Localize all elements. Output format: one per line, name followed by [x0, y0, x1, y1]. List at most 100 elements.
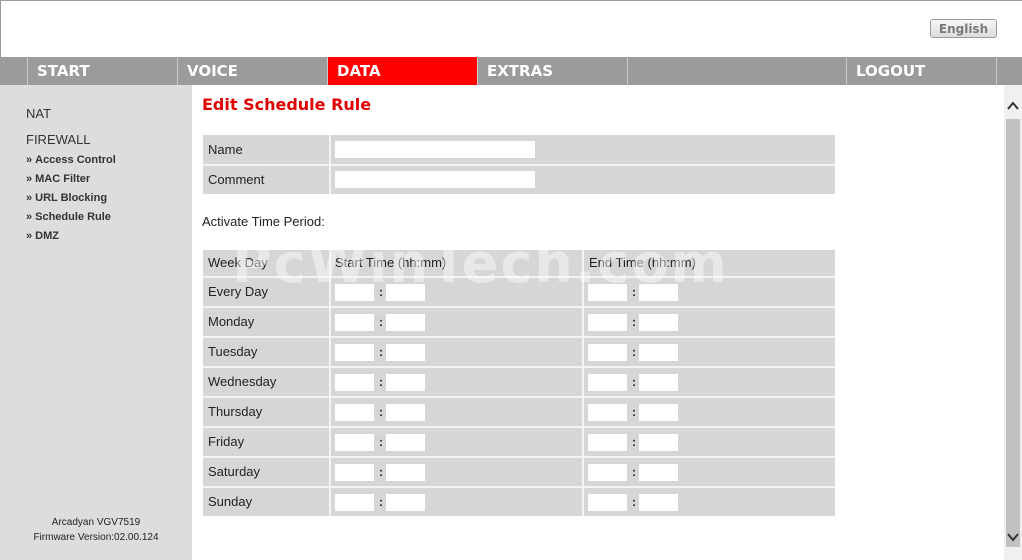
end-time-header: End Time (hh:mm)	[589, 255, 696, 270]
time-separator: :	[379, 495, 383, 509]
start-hour-input[interactable]	[335, 494, 374, 511]
activate-time-period-label: Activate Time Period:	[202, 214, 325, 229]
start-minute-input[interactable]	[386, 284, 425, 301]
sidebar-item-label: Access Control	[35, 154, 116, 166]
nav-data[interactable]: DATA	[327, 57, 477, 85]
double-arrow-icon: »	[26, 154, 33, 166]
column-divider	[582, 368, 584, 396]
sidebar-item-mac-filter[interactable]: » MAC Filter	[26, 173, 90, 185]
column-divider	[582, 338, 584, 366]
chevron-down-icon[interactable]	[1007, 531, 1019, 543]
main-nav: START VOICE DATA EXTRAS LOGOUT	[0, 57, 1022, 85]
end-minute-input[interactable]	[639, 284, 678, 301]
end-hour-input[interactable]	[588, 464, 627, 481]
end-hour-input[interactable]	[588, 284, 627, 301]
end-hour-input[interactable]	[588, 404, 627, 421]
schedule-row: Every Day::	[203, 278, 835, 306]
end-hour-input[interactable]	[588, 344, 627, 361]
comment-row: Comment	[203, 166, 835, 194]
schedule-row: Wednesday::	[203, 368, 835, 396]
column-divider	[329, 458, 331, 486]
weekday-label: Wednesday	[208, 374, 277, 389]
column-divider	[329, 278, 331, 306]
start-minute-input[interactable]	[386, 374, 425, 391]
sidebar-item-access-control[interactable]: » Access Control	[26, 154, 116, 166]
column-divider	[582, 250, 584, 276]
end-minute-input[interactable]	[639, 404, 678, 421]
nav-start[interactable]: START	[27, 57, 177, 85]
start-hour-input[interactable]	[335, 404, 374, 421]
end-minute-input[interactable]	[639, 464, 678, 481]
sidebar-item-label: DMZ	[35, 230, 59, 242]
time-separator: :	[632, 345, 636, 359]
name-input[interactable]	[335, 141, 535, 158]
start-minute-input[interactable]	[386, 434, 425, 451]
end-minute-input[interactable]	[639, 314, 678, 331]
end-minute-input[interactable]	[639, 434, 678, 451]
column-divider	[582, 428, 584, 456]
language-button[interactable]: English	[930, 19, 997, 38]
sidebar-item-url-blocking[interactable]: » URL Blocking	[26, 192, 107, 204]
column-divider	[582, 458, 584, 486]
nav-end-divider	[996, 57, 1022, 85]
schedule-row: Saturday::	[203, 458, 835, 486]
weekday-label: Friday	[208, 434, 245, 449]
start-hour-input[interactable]	[335, 314, 374, 331]
time-separator: :	[632, 405, 636, 419]
weekday-label: Tuesday	[208, 344, 258, 359]
name-row: Name	[203, 135, 835, 164]
start-hour-input[interactable]	[335, 284, 374, 301]
comment-input[interactable]	[335, 171, 535, 188]
time-separator: :	[632, 285, 636, 299]
start-hour-input[interactable]	[335, 374, 374, 391]
nav-voice[interactable]: VOICE	[177, 57, 327, 85]
end-minute-input[interactable]	[639, 494, 678, 511]
time-separator: :	[632, 465, 636, 479]
chevron-up-icon[interactable]	[1007, 100, 1019, 112]
double-arrow-icon: »	[26, 173, 33, 185]
time-separator: :	[379, 375, 383, 389]
schedule-header-row: Week Day Start Time (hh:mm) End Time (hh…	[203, 250, 835, 276]
sidebar-item-label: URL Blocking	[35, 192, 108, 204]
end-hour-input[interactable]	[588, 494, 627, 511]
start-minute-input[interactable]	[386, 404, 425, 421]
column-divider	[329, 166, 331, 194]
weekday-label: Sunday	[208, 494, 253, 509]
name-label: Name	[208, 142, 243, 157]
column-divider	[329, 428, 331, 456]
device-model: Arcadyan VGV7519	[51, 517, 141, 528]
end-hour-input[interactable]	[588, 314, 627, 331]
time-separator: :	[632, 375, 636, 389]
nav-extras[interactable]: EXTRAS	[477, 57, 627, 85]
end-minute-input[interactable]	[639, 374, 678, 391]
start-minute-input[interactable]	[386, 464, 425, 481]
sidebar-section-firewall[interactable]: FIREWALL	[26, 132, 91, 147]
weekday-label: Thursday	[208, 404, 263, 419]
column-divider	[329, 368, 331, 396]
schedule-row: Friday::	[203, 428, 835, 456]
start-hour-input[interactable]	[335, 464, 374, 481]
time-separator: :	[379, 315, 383, 329]
double-arrow-icon: »	[26, 192, 33, 204]
start-minute-input[interactable]	[386, 314, 425, 331]
end-hour-input[interactable]	[588, 374, 627, 391]
sidebar-item-schedule-rule[interactable]: » Schedule Rule	[26, 211, 111, 223]
end-minute-input[interactable]	[639, 344, 678, 361]
start-hour-input[interactable]	[335, 434, 374, 451]
start-hour-input[interactable]	[335, 344, 374, 361]
start-minute-input[interactable]	[386, 344, 425, 361]
end-hour-input[interactable]	[588, 434, 627, 451]
start-minute-input[interactable]	[386, 494, 425, 511]
sidebar-item-dmz[interactable]: » DMZ	[26, 230, 59, 242]
time-separator: :	[379, 435, 383, 449]
double-arrow-icon: »	[26, 211, 33, 223]
sidebar-section-nat[interactable]: NAT	[26, 106, 51, 121]
schedule-row: Thursday::	[203, 398, 835, 426]
time-separator: :	[632, 495, 636, 509]
nav-empty	[627, 57, 847, 85]
column-divider	[329, 250, 331, 276]
vertical-scrollbar[interactable]	[1004, 85, 1022, 560]
weekday-header: Week Day	[208, 255, 268, 270]
scrollbar-thumb[interactable]	[1006, 119, 1020, 547]
nav-logout[interactable]: LOGOUT	[846, 57, 996, 85]
